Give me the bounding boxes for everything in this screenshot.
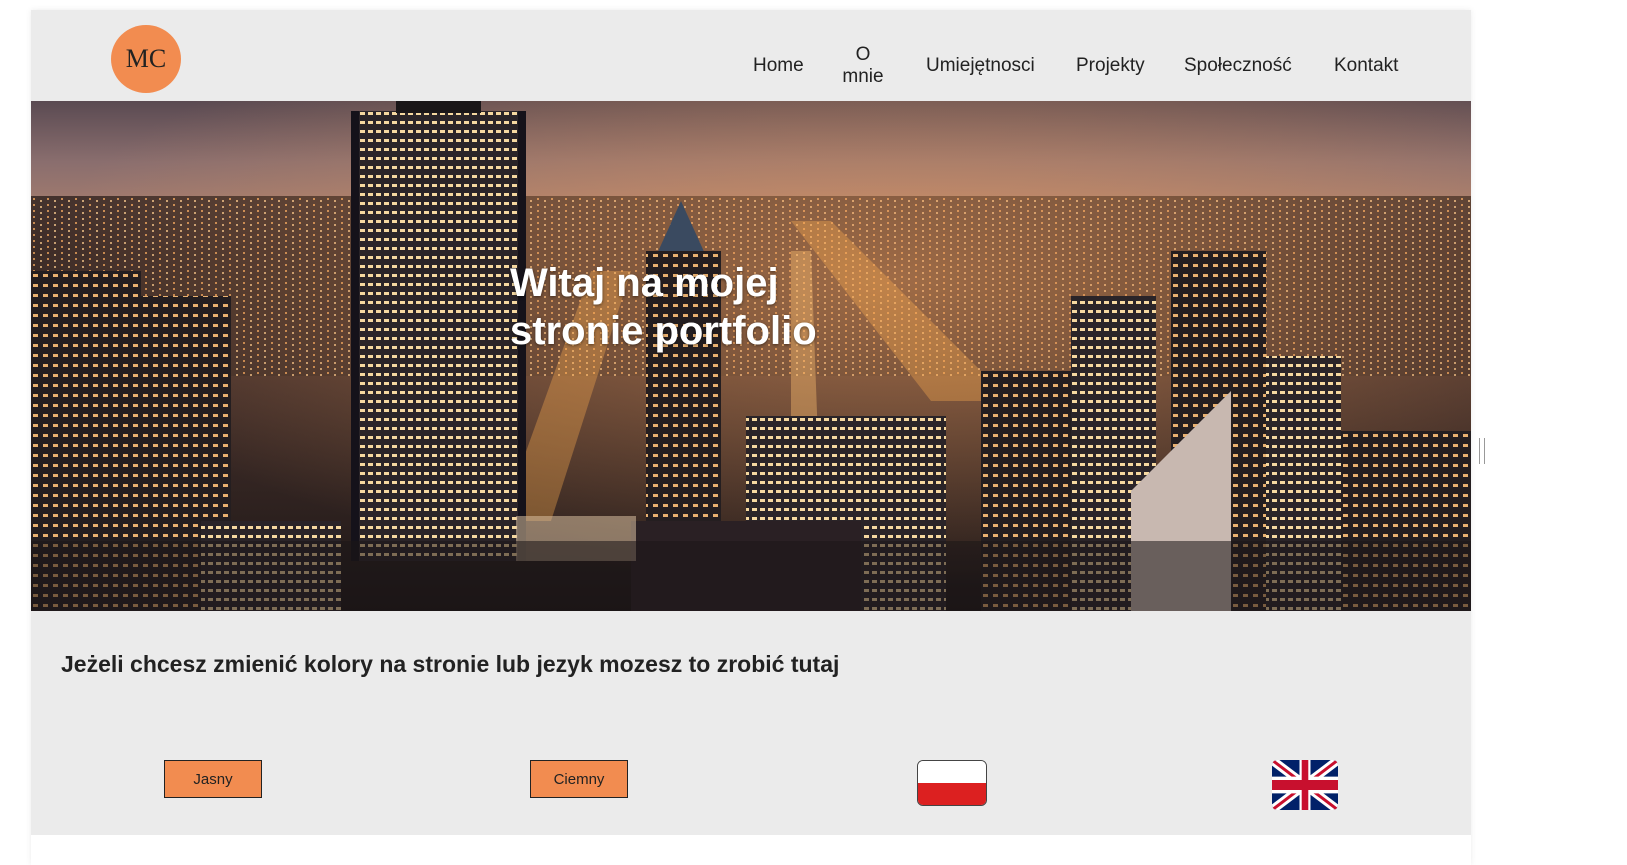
nav-projects[interactable]: Projekty: [1076, 55, 1145, 77]
hero-banner: Witaj na mojej stronie portfolio: [31, 101, 1471, 611]
dark-theme-button[interactable]: Ciemny: [530, 760, 628, 798]
nav-about[interactable]: O mnie: [842, 44, 884, 88]
uk-flag-icon[interactable]: [1272, 760, 1338, 810]
light-theme-button[interactable]: Jasny: [164, 760, 262, 798]
site-header: MC Home O mnie Umiejętnosci Projekty Spo…: [31, 10, 1471, 101]
nav-contact[interactable]: Kontakt: [1334, 55, 1398, 77]
hero-title-line1: Witaj na mojej: [510, 261, 779, 305]
nav-skills[interactable]: Umiejętnosci: [926, 55, 1035, 77]
nav-about-line2: mnie: [842, 66, 884, 87]
hero-title-line2: stronie portfolio: [510, 309, 817, 353]
resize-handle[interactable]: [1479, 438, 1485, 464]
nav-home[interactable]: Home: [753, 55, 804, 77]
settings-section: Jeżeli chcesz zmienić kolory na stronie …: [31, 611, 1471, 835]
nav-community[interactable]: Społeczność: [1184, 55, 1292, 77]
settings-heading: Jeżeli chcesz zmienić kolory na stronie …: [61, 651, 840, 677]
page: MC Home O mnie Umiejętnosci Projekty Spo…: [31, 10, 1471, 865]
nav-about-line1: O: [855, 44, 871, 65]
hero-cityscape-image: [31, 101, 1471, 611]
pl-flag-icon[interactable]: [917, 760, 987, 806]
hero-title: Witaj na mojej stronie portfolio: [510, 259, 850, 355]
main-nav: Home O mnie Umiejętnosci Projekty Społec…: [31, 10, 1471, 101]
